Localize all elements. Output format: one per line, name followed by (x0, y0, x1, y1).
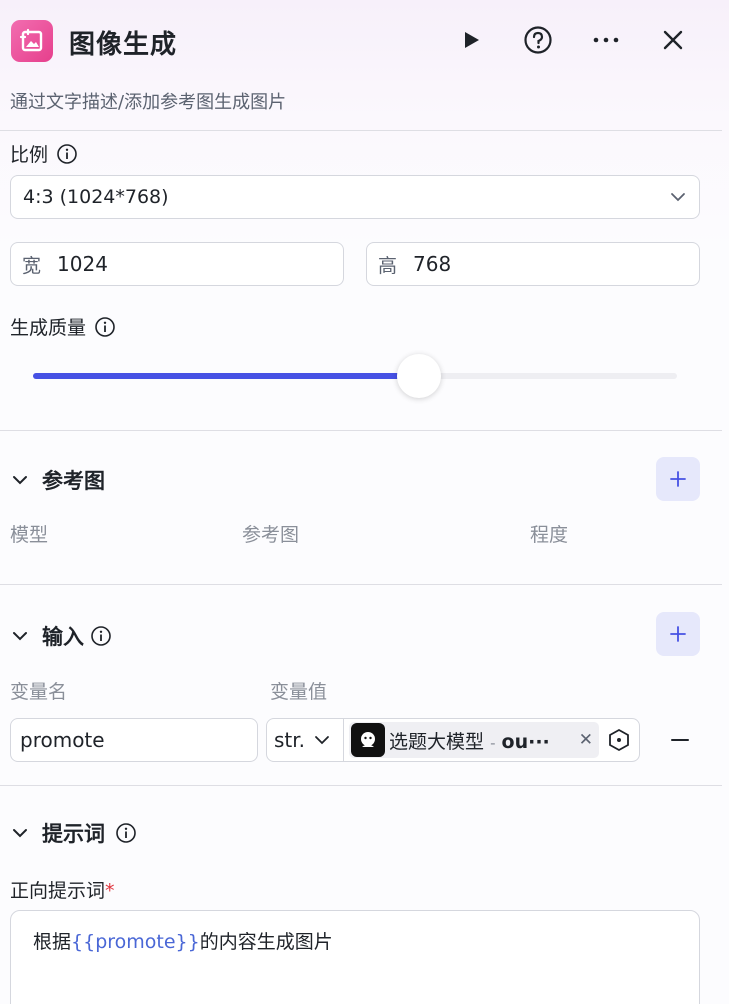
node-description: 通过文字描述/添加参考图生成图片 (10, 92, 287, 113)
plus-icon (670, 626, 686, 642)
reference-field-name: ou··· (501, 730, 550, 753)
required-mark: * (105, 880, 115, 902)
node-title: 图像生成 (69, 30, 178, 60)
chevron-down-icon (13, 632, 27, 641)
input-section-header[interactable]: 输入 (10, 621, 112, 651)
run-button[interactable] (454, 23, 488, 57)
variable-settings-button[interactable] (607, 728, 631, 752)
quality-label-row: 生成质量 (10, 313, 116, 340)
prompt-section-header[interactable]: 提示词 (10, 818, 137, 848)
chevron-down-icon (671, 193, 685, 202)
prompt-section-title: 提示词 (42, 822, 105, 846)
image-generate-icon (11, 20, 53, 62)
variable-name-input[interactable]: promote (10, 718, 258, 762)
reference-col-image: 参考图 (242, 524, 300, 546)
positive-prompt-label-text: 正向提示词 (10, 880, 106, 902)
input-section-title: 输入 (42, 625, 84, 649)
divider (0, 584, 722, 585)
reference-node-name: 选题大模型 (389, 730, 485, 753)
chevron-down-icon (13, 829, 27, 838)
variable-type-select[interactable]: str. (267, 719, 344, 761)
hexagon-settings-icon (609, 728, 629, 752)
chevron-down-icon (13, 476, 27, 485)
divider (0, 430, 722, 431)
reference-section-title: 参考图 (42, 469, 105, 493)
add-reference-button[interactable] (656, 457, 700, 501)
model-node-icon (351, 723, 385, 757)
height-input[interactable]: 高 768 (366, 242, 700, 286)
reference-col-degree: 程度 (530, 524, 569, 546)
positive-prompt-editor[interactable]: 根据{{promote}}的内容生成图片 (10, 910, 700, 1004)
prompt-variable: {{promote}} (71, 931, 200, 953)
divider (0, 785, 722, 786)
divider (0, 130, 722, 131)
height-prefix: 高 (378, 254, 398, 277)
input-col-value: 变量值 (270, 681, 328, 703)
prompt-text-after: 的内容生成图片 (199, 931, 333, 953)
node-header: 图像生成 (0, 0, 729, 82)
reference-label: 选题大模型 - ou··· (389, 727, 550, 754)
input-col-name: 变量名 (10, 681, 68, 703)
more-button[interactable] (589, 23, 623, 57)
close-icon (663, 30, 683, 50)
variable-type-value: str. (274, 728, 306, 752)
help-icon (524, 26, 552, 54)
info-icon[interactable] (115, 822, 137, 844)
ratio-selected-value: 4:3 (1024*768) (23, 186, 169, 208)
info-icon[interactable] (94, 316, 116, 338)
ratio-select[interactable]: 4:3 (1024*768) (10, 175, 700, 219)
info-icon[interactable] (90, 625, 112, 647)
variable-name-value: promote (20, 728, 105, 752)
chevron-down-icon (315, 736, 329, 745)
close-button[interactable] (656, 23, 690, 57)
quality-slider[interactable] (33, 354, 677, 398)
height-value: 768 (413, 252, 452, 276)
variable-reference-tag[interactable]: 选题大模型 - ou··· ✕ (349, 722, 599, 758)
plus-icon (670, 471, 686, 487)
help-button[interactable] (521, 23, 555, 57)
width-input[interactable]: 宽 1024 (10, 242, 344, 286)
quality-slider-fill (33, 373, 420, 379)
reference-col-model: 模型 (10, 524, 49, 546)
width-value: 1024 (57, 252, 108, 276)
reference-section-header[interactable]: 参考图 (10, 465, 105, 495)
quality-label: 生成质量 (10, 317, 87, 339)
width-prefix: 宽 (22, 254, 42, 277)
variable-value-field[interactable]: str. 选题大模型 - ou··· ✕ (266, 718, 640, 762)
ratio-label-row: 比例 (10, 140, 78, 167)
reference-separator: - (490, 733, 496, 752)
remove-variable-button[interactable] (668, 726, 692, 754)
info-icon[interactable] (56, 143, 78, 165)
play-icon (465, 32, 479, 48)
prompt-text-before: 根据 (33, 931, 72, 953)
ratio-label: 比例 (10, 144, 49, 166)
quality-slider-handle[interactable] (397, 354, 442, 398)
remove-reference-icon[interactable]: ✕ (579, 730, 593, 750)
minus-icon (671, 739, 689, 741)
positive-prompt-label: 正向提示词* (10, 876, 115, 903)
add-input-button[interactable] (656, 612, 700, 656)
more-icon (593, 37, 619, 43)
